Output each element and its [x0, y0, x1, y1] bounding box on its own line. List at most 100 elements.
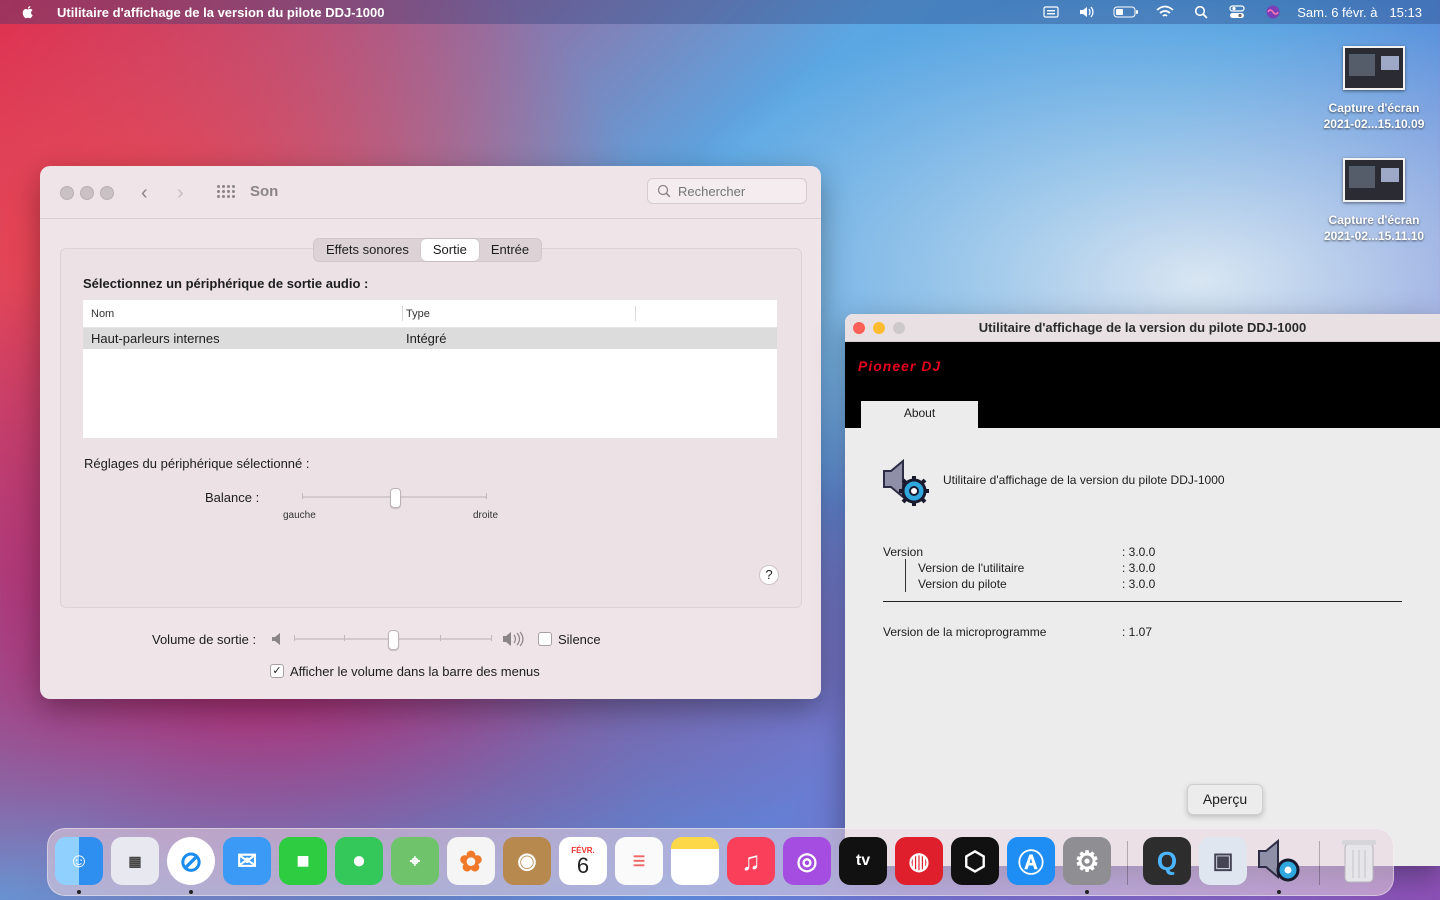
tab-bar: Effets sonores Sortie Entrée: [313, 238, 543, 262]
output-volume-label: Volume de sortie :: [152, 632, 257, 647]
calendar-icon[interactable]: FÉVR. 6: [559, 837, 607, 885]
desktop-file-screenshot-2[interactable]: Capture d'écran 2021-02...15.11.10: [1304, 158, 1440, 244]
column-header-nom[interactable]: Nom: [91, 308, 114, 320]
mail-icon[interactable]: ✉: [223, 837, 271, 885]
screenshot-thumbnail: [1343, 46, 1405, 90]
serato-icon[interactable]: ⬡: [951, 837, 999, 885]
firmware-version-value: : 1.07: [1122, 625, 1153, 639]
app-store-icon[interactable]: Ⓐ: [1007, 837, 1055, 885]
apple-tv-icon[interactable]: tv: [839, 837, 887, 885]
show-volume-checkbox[interactable]: ✓: [270, 664, 284, 678]
silence-checkbox[interactable]: [538, 632, 552, 646]
speaker-gear-icon: [1258, 838, 1300, 882]
output-device-table[interactable]: Nom Type Haut-parleurs internes Intégré: [83, 300, 777, 438]
finder-icon[interactable]: ☺: [55, 837, 103, 885]
device-type: Intégré: [406, 331, 447, 346]
volume-slider-knob[interactable]: [388, 630, 399, 650]
utility-version-label: Version de l'utilitaire: [918, 561, 1025, 575]
running-indicator: [189, 890, 193, 894]
volume-low-icon: [272, 633, 280, 645]
search-field[interactable]: [647, 178, 807, 204]
desktop-file-screenshot-1[interactable]: Capture d'écran 2021-02...15.10.09: [1304, 46, 1440, 132]
minimize-button[interactable]: [80, 186, 94, 200]
output-panel: Sélectionnez un périphérique de sortie a…: [60, 248, 802, 608]
sound-preferences-window: ‹ › Son Effets sonores Sortie Entrée Sél…: [40, 166, 821, 699]
dock-separator: [1319, 841, 1320, 885]
window-toolbar: ‹ › Son: [40, 166, 821, 219]
close-button[interactable]: [60, 186, 74, 200]
rekordbox-icon[interactable]: ◍: [895, 837, 943, 885]
device-name: Haut-parleurs internes: [91, 331, 220, 346]
file-date: 2021-02...15.11.10: [1323, 229, 1425, 243]
tab-about[interactable]: About: [861, 401, 978, 428]
contacts-icon[interactable]: ◉: [503, 837, 551, 885]
help-button[interactable]: ?: [759, 565, 779, 585]
reminders-icon[interactable]: ☰: [615, 837, 663, 885]
show-all-grid-icon[interactable]: [217, 185, 235, 199]
running-indicator: [1085, 890, 1089, 894]
dock-tooltip: Aperçu: [1187, 784, 1263, 815]
siri-icon[interactable]: [1263, 4, 1283, 20]
volume-icon[interactable]: [1077, 4, 1097, 20]
quicktime-icon[interactable]: Q: [1143, 837, 1191, 885]
safari-icon[interactable]: ⊘: [167, 837, 215, 885]
preview-icon[interactable]: ▣: [1199, 837, 1247, 885]
slider-tick: [486, 493, 487, 499]
active-app-title[interactable]: Utilitaire d'affichage de la version du …: [57, 5, 384, 20]
facetime-icon[interactable]: ■: [279, 837, 327, 885]
version-label: Version: [883, 545, 924, 559]
balance-slider-knob[interactable]: [390, 488, 401, 508]
trash-icon[interactable]: [1335, 837, 1383, 885]
keyboard-input-icon[interactable]: [1041, 4, 1061, 20]
device-settings-heading: Réglages du périphérique sélectionné :: [84, 456, 310, 471]
notes-icon[interactable]: [671, 837, 719, 885]
forward-button[interactable]: ›: [177, 182, 184, 205]
maps-icon[interactable]: ⌖: [391, 837, 439, 885]
tab-entree[interactable]: Entrée: [479, 239, 541, 261]
battery-icon[interactable]: [1113, 4, 1139, 20]
slider-tick: [294, 635, 295, 641]
search-input[interactable]: [676, 183, 800, 200]
music-icon[interactable]: ♫: [727, 837, 775, 885]
photos-icon[interactable]: ✿: [447, 837, 495, 885]
tab-sortie[interactable]: Sortie: [420, 239, 479, 261]
dock-separator: [1127, 841, 1128, 885]
spotlight-search-icon[interactable]: [1191, 4, 1211, 20]
file-date: 2021-02...15.10.09: [1323, 117, 1425, 131]
driver-version-label: Version du pilote: [918, 577, 1007, 591]
volume-high-icon: [503, 631, 524, 647]
search-icon: [657, 184, 671, 198]
calendar-day: 6: [576, 852, 590, 878]
window-title: Utilitaire d'affichage de la version du …: [978, 320, 1307, 335]
show-volume-label[interactable]: Afficher le volume dans la barre des men…: [290, 664, 540, 679]
slider-tick: [302, 493, 303, 499]
balance-left-label: gauche: [283, 510, 316, 521]
ddj-version-utility-window: Utilitaire d'affichage de la version du …: [845, 314, 1440, 866]
zoom-button[interactable]: [100, 186, 114, 200]
control-center-icon[interactable]: [1227, 4, 1247, 20]
apple-icon[interactable]: [20, 4, 36, 20]
column-divider: [635, 306, 636, 321]
ddj-utility-icon[interactable]: [1255, 837, 1303, 885]
slider-tick: [440, 635, 441, 641]
tab-effets-sonores[interactable]: Effets sonores: [314, 239, 421, 261]
brand-header: Pioneer DJ About: [845, 342, 1440, 428]
launchpad-icon[interactable]: ▦: [111, 837, 159, 885]
balance-right-label: droite: [473, 510, 499, 521]
menubar-clock[interactable]: Sam. 6 févr. à 15:13: [1297, 5, 1422, 20]
system-preferences-icon[interactable]: ⚙: [1063, 837, 1111, 885]
window-title: Son: [250, 183, 279, 200]
slider-tick: [344, 635, 345, 641]
back-button[interactable]: ‹: [141, 182, 148, 205]
wifi-icon[interactable]: [1155, 4, 1175, 20]
messages-icon[interactable]: ●: [335, 837, 383, 885]
silence-label[interactable]: Silence: [558, 632, 601, 647]
table-header: Nom Type: [83, 300, 777, 328]
column-header-type[interactable]: Type: [406, 308, 430, 320]
podcasts-icon[interactable]: ◎: [783, 837, 831, 885]
table-row[interactable]: Haut-parleurs internes Intégré: [83, 328, 777, 349]
output-device-heading: Sélectionnez un périphérique de sortie a…: [83, 276, 369, 291]
tree-line: [905, 559, 906, 592]
running-indicator: [1277, 890, 1281, 894]
app-name: Utilitaire d'affichage de la version du …: [943, 473, 1225, 487]
